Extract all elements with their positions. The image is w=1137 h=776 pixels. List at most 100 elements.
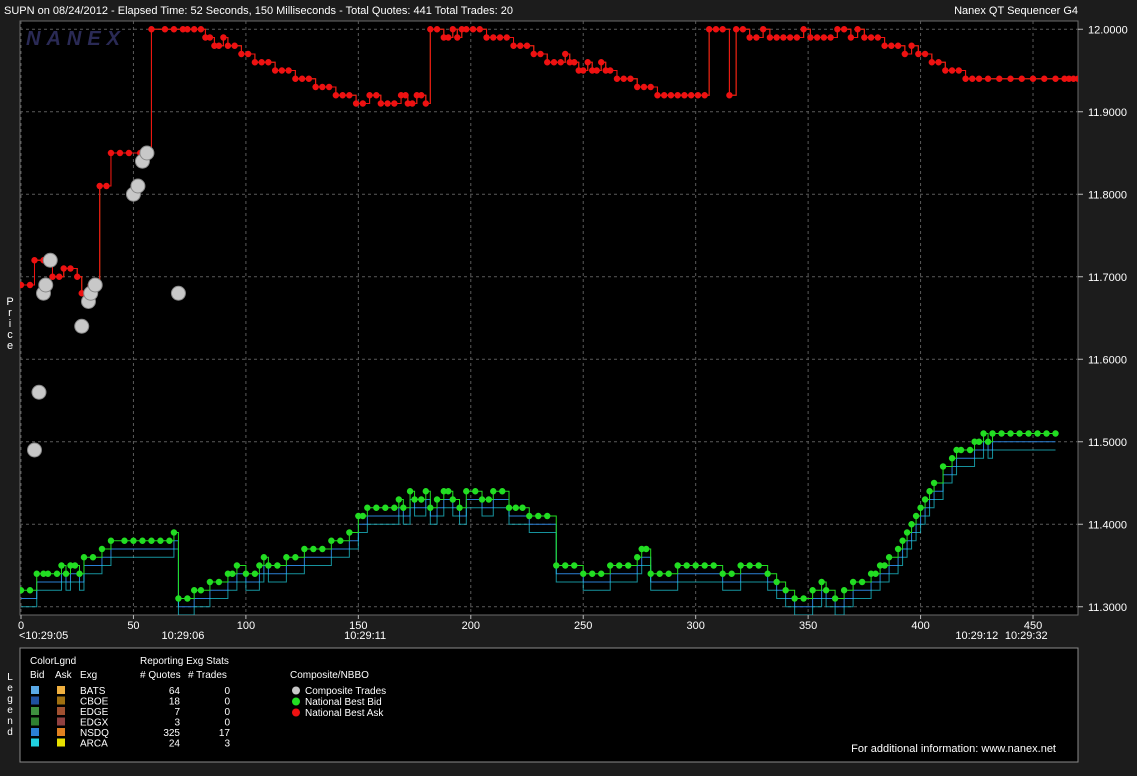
nbo-point xyxy=(445,34,452,41)
time-label: 10:29:32 xyxy=(1005,630,1048,642)
nbb-point xyxy=(98,545,106,553)
nbo-point xyxy=(613,75,621,82)
nbb-point xyxy=(485,496,492,503)
stats-title: Reporting Exg Stats xyxy=(140,656,229,667)
nbb-point xyxy=(292,554,299,561)
nbo-point xyxy=(418,92,425,99)
nbb-point xyxy=(478,496,486,503)
nbo-point xyxy=(712,26,720,33)
nbo-point xyxy=(969,75,976,82)
nbo-point xyxy=(687,92,695,99)
nbo-point xyxy=(813,34,821,41)
nbo-point xyxy=(908,42,915,49)
exchange-name: ARCA xyxy=(80,739,108,750)
nbb-point xyxy=(849,578,857,586)
nbb-point xyxy=(197,587,205,594)
nbo-point xyxy=(325,83,333,91)
nbb-point xyxy=(251,570,259,577)
nbb-point xyxy=(519,504,526,511)
nbb-point xyxy=(260,554,268,561)
nbo-point xyxy=(584,59,591,66)
nbo-point xyxy=(888,42,895,49)
nbb-point xyxy=(346,529,353,536)
exchange-quotes: 3 xyxy=(174,718,180,729)
nbb-point xyxy=(755,562,762,569)
nbo-point xyxy=(103,182,110,190)
nbo-point xyxy=(490,34,497,41)
nbb-point xyxy=(107,537,115,544)
nbo-point xyxy=(847,34,855,41)
nbb-point xyxy=(175,595,182,602)
nbo-point xyxy=(427,26,434,33)
nbo-point xyxy=(739,26,747,33)
nbb-point xyxy=(692,562,699,569)
nbb-point xyxy=(319,545,326,553)
nbb-point xyxy=(710,562,717,569)
nbb-point xyxy=(373,504,380,511)
nbb-point xyxy=(418,496,425,503)
nbo-point xyxy=(694,92,702,99)
nbo-point xyxy=(620,75,627,82)
nbo-point xyxy=(244,50,252,58)
nbb-point xyxy=(822,587,830,594)
exchange-trades: 0 xyxy=(224,686,230,697)
nbb-point xyxy=(26,587,34,594)
exchange-trades: 17 xyxy=(219,728,231,739)
nbb-point xyxy=(643,545,650,553)
legend-side-label-char: e xyxy=(7,705,13,716)
nbb-point xyxy=(683,562,690,569)
nbo-point xyxy=(476,26,483,33)
legend-side-label-char: L xyxy=(7,672,13,683)
nbo-point xyxy=(319,83,326,91)
ask-header: Ask xyxy=(55,670,73,681)
nbo-point xyxy=(258,59,265,66)
nbb-point xyxy=(242,570,250,577)
nbo-point xyxy=(894,42,902,49)
app-name: Nanex QT Sequencer G4 xyxy=(954,5,1078,17)
nbb-point xyxy=(535,512,542,520)
nbo-point xyxy=(820,34,828,41)
bid-swatch xyxy=(31,728,39,736)
nbb-point xyxy=(512,504,519,511)
legend-side-label-char: n xyxy=(7,716,13,727)
nbb-point xyxy=(184,595,191,602)
nbo-point xyxy=(483,34,490,41)
nbb-point xyxy=(1034,430,1041,437)
nbb-point xyxy=(921,496,929,503)
nbo-point xyxy=(391,100,398,107)
time-label: 10:29:06 xyxy=(162,630,205,642)
nbo-point xyxy=(148,26,155,33)
nbb-point xyxy=(1007,430,1014,437)
nbb-point xyxy=(625,562,632,569)
bid-swatch xyxy=(31,686,39,694)
nbb-point xyxy=(598,570,605,577)
y-axis: 12.0000 11.9000 11.8000 11.7000 11.6000 11.50… xyxy=(1078,24,1128,614)
nanex-watermark: NANEX xyxy=(26,28,126,50)
nbo-point xyxy=(996,75,1003,82)
trade-point xyxy=(130,178,146,194)
ask-swatch xyxy=(57,686,65,694)
nbo-point xyxy=(942,67,949,74)
exchange-name: NSDQ xyxy=(80,728,109,739)
y-tick-label: 11.9000 xyxy=(1088,107,1127,119)
nbb-point xyxy=(422,488,430,495)
nbb-point xyxy=(764,570,771,577)
nbb-point xyxy=(773,578,780,586)
nbb-point xyxy=(634,554,641,561)
nbo-point xyxy=(580,67,587,74)
nbo-point xyxy=(125,149,133,157)
exchange-quotes: 64 xyxy=(169,686,181,697)
nbo-point xyxy=(759,26,767,33)
nbo-point xyxy=(271,67,279,74)
nbo-point xyxy=(928,59,936,66)
nbo-point xyxy=(433,26,441,33)
exchange-name: CBOE xyxy=(80,697,109,708)
nbb-point xyxy=(139,537,146,544)
nbo-point xyxy=(955,67,963,74)
exchange-name: EDGX xyxy=(80,718,109,729)
nbb-point xyxy=(989,430,996,437)
nbo-point xyxy=(469,26,477,33)
nbb-point xyxy=(908,521,915,528)
nbo-point xyxy=(56,273,63,280)
nbo-point xyxy=(206,34,214,41)
